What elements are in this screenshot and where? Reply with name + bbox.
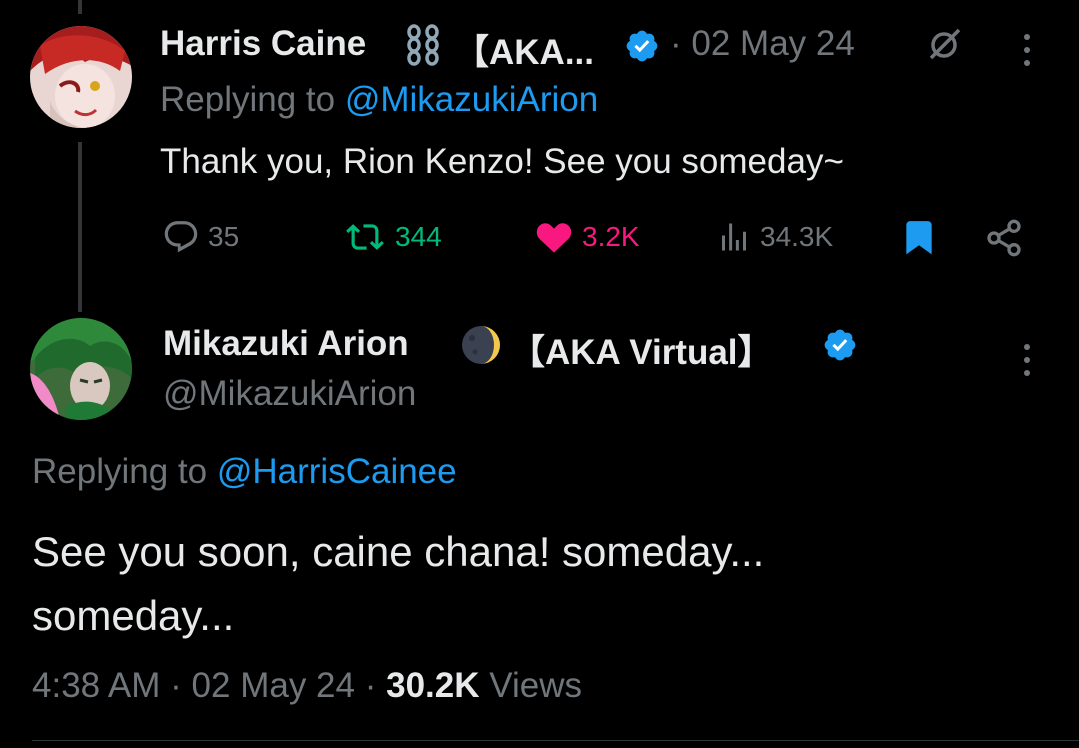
views-count: 34.3K	[760, 221, 834, 252]
tweet-meta: 4:38 AM · 02 May 24 · 30.2K Views	[32, 666, 582, 705]
retweet-button[interactable]: 344	[343, 218, 442, 256]
tweet-text: Thank you, Rion Kenzo! See you someday~	[160, 142, 844, 181]
verified-badge-icon[interactable]	[822, 327, 858, 363]
display-name[interactable]: Harris Caine	[160, 24, 366, 64]
replying-to: Replying to @HarrisCainee	[32, 452, 457, 492]
thread-line-top	[78, 0, 82, 14]
views-count: 30.2K	[386, 666, 480, 705]
views-icon	[722, 223, 746, 251]
reply-count: 35	[208, 221, 240, 252]
views-button[interactable]: 34.3K	[716, 218, 833, 256]
bookmark-icon[interactable]	[900, 217, 938, 262]
name-suffix: 【AKA Virtual】	[510, 333, 773, 372]
replying-to: Replying to @MikazukiArion	[160, 80, 598, 120]
name-suffix: 【AKA...	[454, 33, 595, 72]
tweet-text-line-1: See you soon, caine chana! someday...	[32, 528, 765, 575]
moon-emoji-icon	[460, 324, 502, 371]
chain-emoji-icon	[402, 24, 446, 73]
divider	[32, 740, 1079, 741]
retweet-icon	[346, 224, 384, 250]
reply-icon	[164, 221, 198, 253]
handle[interactable]: @MikazukiArion	[163, 374, 416, 414]
tweet-date[interactable]: · 02 May 24	[670, 24, 855, 64]
more-icon[interactable]	[1024, 34, 1030, 66]
tweet-date[interactable]: 02 May 24	[192, 666, 355, 705]
thread-line-bottom	[78, 142, 82, 312]
tweet-time[interactable]: 4:38 AM	[32, 666, 160, 705]
replying-prefix: Replying to	[160, 80, 336, 119]
like-count: 3.2K	[582, 221, 640, 252]
grok-icon[interactable]	[924, 24, 964, 69]
reply-button[interactable]: 35	[162, 218, 239, 256]
avatar-mikazuki[interactable]	[30, 318, 132, 420]
share-icon[interactable]	[984, 218, 1024, 263]
like-button[interactable]: 3.2K	[534, 218, 640, 256]
views-label: Views	[489, 666, 582, 705]
avatar-harris[interactable]	[30, 26, 132, 128]
replying-prefix: Replying to	[32, 452, 208, 491]
display-name[interactable]: Mikazuki Arion	[163, 324, 409, 364]
replying-handle-link[interactable]: @HarrisCainee	[217, 452, 457, 491]
verified-badge-icon[interactable]	[624, 28, 660, 64]
like-icon	[536, 223, 572, 253]
tweet-text-line-2: someday...	[32, 592, 235, 639]
date-text: 02 May 24	[691, 24, 855, 63]
retweet-count: 344	[395, 221, 442, 252]
replying-handle-link[interactable]: @MikazukiArion	[345, 80, 598, 119]
more-icon[interactable]	[1024, 344, 1030, 376]
